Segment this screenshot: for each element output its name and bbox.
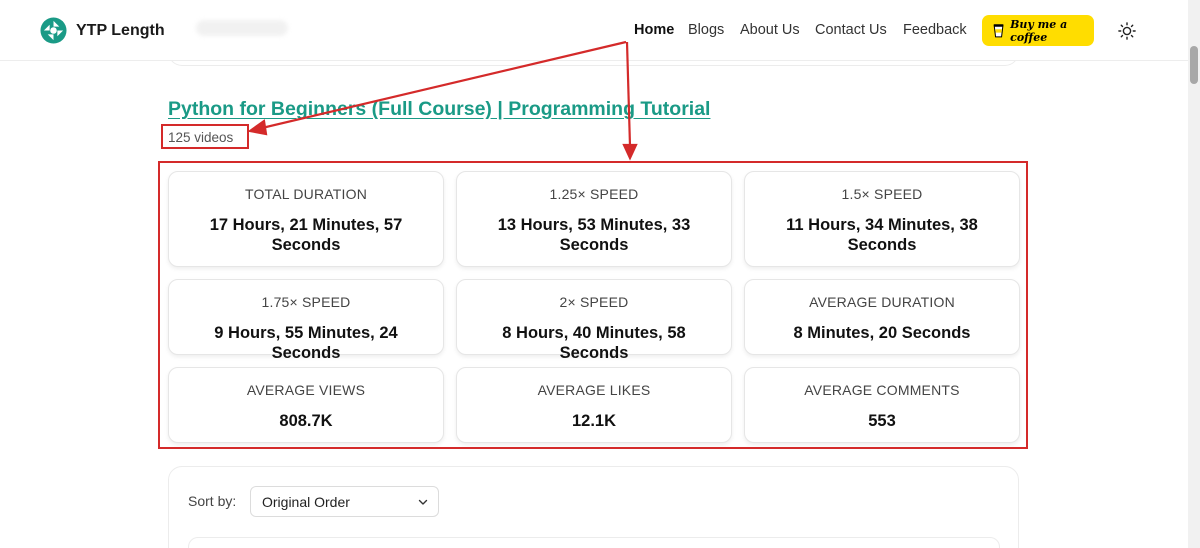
nav-blogs[interactable]: Blogs	[688, 22, 724, 38]
aperture-logo-icon	[40, 17, 67, 44]
nav-about-us[interactable]: About Us	[740, 22, 800, 38]
arrowhead-left	[247, 119, 268, 136]
highlight-box-stats	[158, 161, 1028, 449]
coffee-cup-icon	[993, 24, 1004, 38]
nav-contact-us[interactable]: Contact Us	[815, 22, 887, 38]
blurred-search-pill	[196, 20, 288, 36]
sort-order-select[interactable]: Original Order	[250, 486, 439, 517]
coffee-label: Buy me a coffee	[1010, 17, 1068, 44]
brand-link[interactable]: YTP Length	[40, 17, 165, 44]
sort-selected-value: Original Order	[262, 493, 350, 510]
top-navbar: YTP Length Home Blogs About Us Contact U…	[0, 0, 1188, 61]
chevron-down-icon	[418, 499, 428, 505]
nav-home[interactable]: Home	[634, 22, 674, 38]
page-scrollbar[interactable]	[1188, 0, 1200, 548]
sun-icon[interactable]	[1118, 22, 1136, 40]
arrowhead-down	[622, 143, 638, 161]
sort-by-label: Sort by:	[188, 493, 237, 509]
buy-me-a-coffee-button[interactable]: Buy me a coffee	[982, 15, 1094, 46]
video-list-first-item	[188, 537, 1000, 548]
nav-feedback[interactable]: Feedback	[903, 22, 967, 38]
brand-name: YTP Length	[76, 21, 165, 39]
highlight-box-video-count	[161, 124, 249, 149]
scrollbar-thumb[interactable]	[1190, 46, 1198, 84]
playlist-title-link[interactable]: Python for Beginners (Full Course) | Pro…	[168, 98, 710, 121]
